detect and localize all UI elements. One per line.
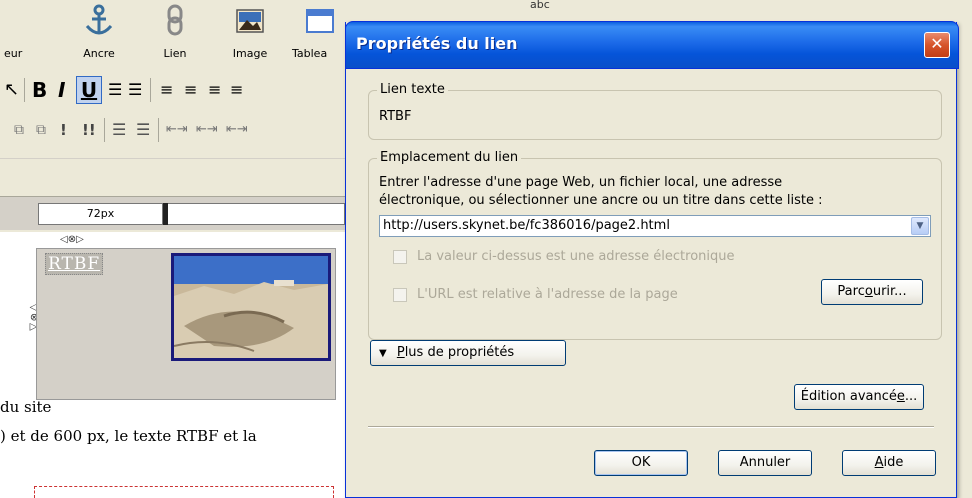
underline-button[interactable]: U [76,76,102,104]
email-checkbox-row: La valeur ci-dessus est une adresse élec… [393,249,813,267]
editor-canvas[interactable]: ◁⊗▷ ◁⊗▷ RTBF du site ) et de 600 px, le … [0,232,345,498]
browse-label: Parcourir... [837,284,907,299]
column-width-field[interactable]: 72px [38,203,163,225]
indent-decrease-icon[interactable]: ☰ [112,117,126,143]
relative-url-checkbox-label: L'URL est relative à l'adresse de la pag… [417,287,678,302]
relative-url-checkbox-row: L'URL est relative à l'adresse de la pag… [393,287,793,305]
format-toolbar: ↖ B I U ☰ ☰ ≡ ≡ ≡ ≡ [0,72,345,106]
image-icon [235,4,265,39]
toolbar-label: Lien [163,47,187,60]
link-text-value: RTBF [379,109,412,124]
advanced-edit-button[interactable]: Édition avancée... [794,384,924,410]
bullet-list-icon[interactable]: ☰ [128,77,142,103]
paste-style-icon[interactable]: ⧉ [36,117,46,143]
canvas-text-line[interactable]: du site [0,398,51,416]
dialog-title: Propriétés du lien [356,34,518,53]
anchor-icon [84,4,114,41]
column-resize-icon[interactable]: ◁⊗▷ [60,234,84,245]
table-outline [34,486,334,498]
table-ruler: 72px [0,196,345,230]
indent-increase-icon[interactable]: ☰ [136,117,150,143]
dropdown-arrow-icon[interactable]: ▼ [911,217,929,235]
close-icon: ✕ [930,34,944,53]
numbered-list-icon[interactable]: ☰ [108,77,122,103]
table: RTBF [36,248,336,400]
toolbar-link-button[interactable]: Lien [150,0,200,68]
more-properties-button[interactable]: ▼ Plus de propriétés [370,340,566,366]
relative-url-checkbox[interactable] [393,288,407,302]
toolbar-label: Image [232,47,268,60]
url-input[interactable]: http://users.skynet.be/fc386016/page2.ht… [383,218,670,233]
toolbar-separator [104,118,105,142]
email-checkbox-label: La valeur ci-dessus est une adresse élec… [417,249,735,264]
link-location-legend: Emplacement du lien [377,150,522,165]
link-properties-dialog: Propriétés du lien ✕ Lien texte RTBF Emp… [345,21,959,498]
help-button[interactable]: Aide [842,450,936,476]
align-block-icon[interactable]: ⇤⇥ [196,117,218,143]
toolbar-separator [150,78,151,102]
email-checkbox[interactable] [393,250,407,264]
ok-label: OK [631,455,651,470]
link-text-legend: Lien texte [377,82,448,97]
more-properties-label: Plus de propriétés [396,345,515,360]
align-block-icon[interactable]: ⇤⇥ [166,117,188,143]
secondary-toolbar: ⧉ ⧉ ! !! ☰ ☰ ⇤⇥ ⇤⇥ ⇤⇥ [0,112,345,150]
toolbar-label: Tablea [292,47,328,60]
link-location-group: Emplacement du lien Entrer l'adresse d'u… [368,150,942,340]
close-button[interactable]: ✕ [924,32,950,58]
italic-button[interactable]: I [58,77,65,103]
double-exclaim-button[interactable]: !! [82,117,96,143]
help-label: Aide [874,455,904,470]
toolbar-spellcheck-glimpse: abc [530,0,550,11]
toolbar-separator [24,78,25,102]
toolbar-anchor-button[interactable]: Ancre [72,0,126,68]
dialog-titlebar[interactable]: Propriétés du lien ✕ [345,21,959,69]
link-text-group: Lien texte RTBF [368,82,942,140]
toolbar-band [0,158,345,192]
table-cell[interactable]: RTBF [39,251,165,397]
exclaim-button[interactable]: ! [60,117,67,143]
link-icon [164,4,186,41]
ruler-track [168,203,345,225]
cancel-label: Annuler [739,455,791,470]
cancel-button[interactable]: Annuler [718,450,812,476]
canvas-text-line[interactable]: ) et de 600 px, le texte RTBF et la [0,427,257,445]
toolbar-label: eur [4,47,23,60]
toolbar-text-color-button[interactable]: eur [0,0,40,68]
dialog-divider [368,426,934,428]
canvas-link[interactable]: RTBF [45,253,104,275]
align-right-icon[interactable]: ≡ [208,77,221,103]
location-instruction: Entrer l'adresse d'une page Web, un fich… [379,175,783,190]
url-combobox[interactable]: http://users.skynet.be/fc386016/page2.ht… [379,215,931,237]
align-left-icon[interactable]: ≡ [160,77,173,103]
browse-button[interactable]: Parcourir... [821,279,923,305]
location-instruction: électronique, ou sélectionner une ancre … [379,193,823,208]
quarry-photo[interactable] [171,253,331,361]
advanced-edit-label: Édition avancée... [800,389,918,404]
cursor-icon: ↖ [4,79,20,100]
bold-button[interactable]: B [32,77,47,103]
ok-button[interactable]: OK [594,450,688,476]
toolbar-separator [158,118,159,142]
table-icon [305,4,335,39]
align-center-icon[interactable]: ≡ [184,77,197,103]
align-block-icon[interactable]: ⇤⇥ [226,117,248,143]
toolbar-label: Ancre [83,47,115,60]
toolbar-image-button[interactable]: Image [222,0,278,68]
toolbar-table-button[interactable]: Tablea [290,0,345,68]
triangle-down-icon: ▼ [379,348,387,359]
copy-style-icon[interactable]: ⧉ [14,117,24,143]
align-justify-icon[interactable]: ≡ [230,77,243,103]
